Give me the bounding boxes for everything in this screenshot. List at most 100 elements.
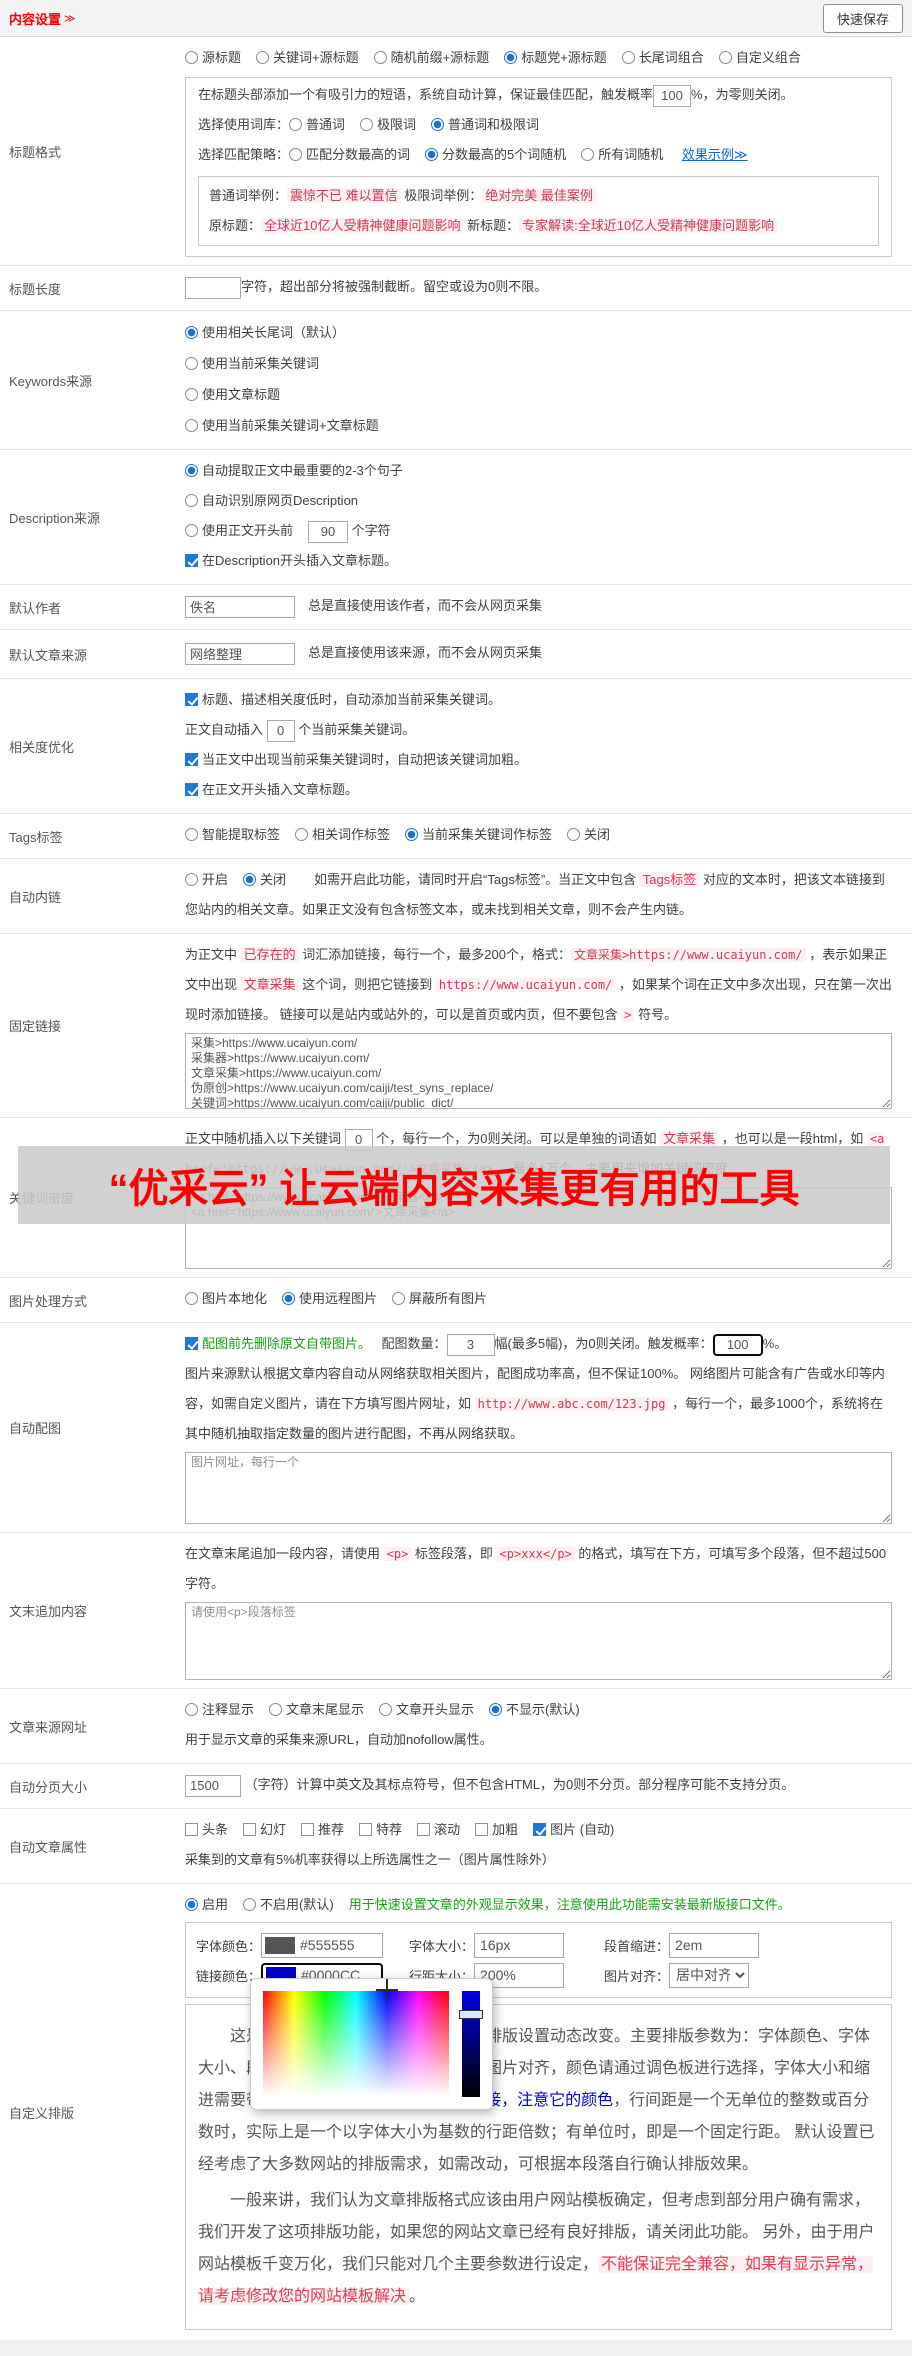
radio-unselected[interactable] bbox=[185, 388, 198, 401]
font-color-swatch[interactable] bbox=[265, 1936, 296, 1954]
radio-unselected[interactable] bbox=[185, 1292, 198, 1305]
radio-selected[interactable] bbox=[185, 1898, 198, 1911]
radio-option[interactable]: 关键词+源标题 bbox=[256, 50, 359, 65]
radio-selected[interactable] bbox=[489, 1703, 503, 1716]
insert-keywords-count-input[interactable] bbox=[266, 719, 295, 742]
checkbox-unselected[interactable] bbox=[301, 1823, 315, 1836]
checkbox-checked[interactable] bbox=[185, 783, 198, 796]
checkbox-option[interactable]: 滚动 bbox=[417, 1822, 460, 1837]
quick-save-button[interactable]: 快速保存 bbox=[822, 3, 903, 33]
checkbox-option[interactable]: 头条 bbox=[185, 1822, 228, 1837]
checkbox-option[interactable]: 在正文开头插入文章标题。 bbox=[185, 782, 358, 797]
radio-option[interactable]: 分数最高的5个词随机 bbox=[425, 147, 566, 162]
radio-option[interactable]: 文章开头显示 bbox=[379, 1702, 474, 1717]
radio-unselected[interactable] bbox=[295, 828, 309, 841]
checkbox-unselected[interactable] bbox=[417, 1823, 431, 1836]
radio-option[interactable]: 自动识别原网页Description bbox=[185, 493, 358, 508]
checkbox-unselected[interactable] bbox=[359, 1823, 373, 1836]
checkbox-unselected[interactable] bbox=[243, 1823, 257, 1836]
radio-unselected[interactable] bbox=[581, 148, 595, 161]
checkbox-unselected[interactable] bbox=[475, 1823, 489, 1836]
radio-option[interactable]: 使用正文开头前 bbox=[185, 523, 293, 538]
radio-option[interactable]: 文章末尾显示 bbox=[269, 1702, 364, 1717]
radio-option[interactable]: 使用远程图片 bbox=[282, 1291, 377, 1306]
radio-unselected[interactable] bbox=[269, 1703, 283, 1716]
radio-option[interactable]: 普通词 bbox=[289, 117, 345, 132]
radio-option[interactable]: 源标题 bbox=[185, 50, 241, 65]
image-count-input[interactable] bbox=[446, 1333, 495, 1356]
checkbox-option[interactable]: 在Description开头插入文章标题。 bbox=[185, 553, 397, 568]
radio-selected[interactable] bbox=[431, 118, 445, 131]
radio-selected[interactable] bbox=[405, 828, 419, 841]
checkbox-checked[interactable] bbox=[185, 693, 198, 706]
brightness-slider[interactable] bbox=[459, 1991, 483, 2097]
collapse-chevron-icon[interactable]: ≫ bbox=[64, 12, 76, 25]
radio-option[interactable]: 当前采集关键词作标签 bbox=[405, 827, 552, 842]
checkbox-option[interactable]: 当正文中出现当前采集关键词时，自动把该关键词加粗。 bbox=[185, 752, 527, 767]
checkbox-checked[interactable] bbox=[185, 554, 198, 567]
radio-option[interactable]: 极限词 bbox=[360, 117, 416, 132]
radio-unselected[interactable] bbox=[289, 148, 303, 161]
radio-option[interactable]: 使用相关长尾词（默认） bbox=[185, 317, 892, 348]
checkbox-checked[interactable] bbox=[185, 1337, 198, 1350]
radio-option[interactable]: 使用文章标题 bbox=[185, 379, 892, 410]
title-trigger-probability-input[interactable] bbox=[653, 84, 692, 107]
font-color-picker-field[interactable] bbox=[261, 1932, 384, 1958]
img-align-select[interactable]: 居中对齐 bbox=[669, 1962, 750, 1988]
radio-selected[interactable] bbox=[425, 148, 439, 161]
radio-unselected[interactable] bbox=[185, 357, 198, 370]
default-author-input[interactable] bbox=[185, 595, 295, 618]
radio-option[interactable]: 不启用(默认) bbox=[243, 1897, 334, 1912]
radio-unselected[interactable] bbox=[185, 51, 198, 64]
radio-option[interactable]: 使用当前采集关键词+文章标题 bbox=[185, 410, 892, 441]
image-urls-textarea[interactable] bbox=[185, 1452, 892, 1524]
radio-unselected[interactable] bbox=[360, 118, 374, 131]
radio-unselected[interactable] bbox=[243, 1898, 257, 1911]
radio-option[interactable]: 屏蔽所有图片 bbox=[392, 1291, 487, 1306]
indent-input[interactable] bbox=[669, 1932, 760, 1958]
radio-option[interactable]: 相关词作标签 bbox=[295, 827, 390, 842]
checkbox-option[interactable]: 图片 (自动) bbox=[533, 1822, 614, 1837]
checkbox-option[interactable]: 加粗 bbox=[475, 1822, 518, 1837]
radio-option[interactable]: 启用 bbox=[185, 1897, 228, 1912]
radio-unselected[interactable] bbox=[392, 1292, 406, 1305]
fixed-links-textarea[interactable]: 采集>https://www.ucaiyun.com/ 采集器>https://… bbox=[185, 1033, 892, 1109]
checkbox-option[interactable]: 标题、描述相关度低时，自动添加当前采集关键词。 bbox=[185, 692, 501, 707]
checkbox-option[interactable]: 幻灯 bbox=[243, 1822, 286, 1837]
radio-option[interactable]: 开启 bbox=[185, 872, 228, 887]
checkbox-selected[interactable] bbox=[533, 1823, 547, 1836]
radio-option[interactable]: 不显示(默认) bbox=[489, 1702, 580, 1717]
radio-option[interactable]: 标题党+源标题 bbox=[504, 50, 607, 65]
image-probability-input[interactable] bbox=[712, 1333, 763, 1356]
radio-unselected[interactable] bbox=[185, 494, 198, 507]
radio-option[interactable]: 匹配分数最高的词 bbox=[289, 147, 410, 162]
checkbox-unselected[interactable] bbox=[185, 1823, 198, 1836]
radio-unselected[interactable] bbox=[185, 1703, 198, 1716]
radio-option[interactable]: 自定义组合 bbox=[718, 50, 801, 65]
radio-option[interactable]: 普通词和极限词 bbox=[431, 117, 539, 132]
default-source-input[interactable] bbox=[185, 642, 295, 665]
effect-example-link[interactable]: 效果示例≫ bbox=[682, 147, 748, 162]
radio-option[interactable]: 自动提取正文中最重要的2-3个句子 bbox=[185, 463, 403, 478]
title-length-input[interactable] bbox=[185, 276, 241, 299]
radio-unselected[interactable] bbox=[185, 828, 198, 841]
checkbox-option[interactable]: 配图前先删除原文自带图片。 bbox=[185, 1336, 365, 1351]
slider-handle[interactable] bbox=[459, 2010, 483, 2019]
radio-option[interactable]: 关闭 bbox=[567, 827, 610, 842]
radio-unselected[interactable] bbox=[289, 118, 303, 131]
radio-option[interactable]: 图片本地化 bbox=[185, 1291, 267, 1306]
radio-unselected[interactable] bbox=[185, 873, 198, 886]
description-head-chars-input[interactable] bbox=[308, 520, 349, 543]
radio-option[interactable]: 长尾词组合 bbox=[621, 50, 704, 65]
radio-option[interactable]: 随机前缀+源标题 bbox=[373, 50, 489, 65]
append-content-textarea[interactable] bbox=[185, 1602, 892, 1680]
radio-unselected[interactable] bbox=[373, 51, 387, 64]
radio-option[interactable]: 关闭 bbox=[243, 872, 286, 887]
radio-unselected[interactable] bbox=[185, 419, 198, 432]
radio-option[interactable]: 注释显示 bbox=[185, 1702, 254, 1717]
checkbox-checked[interactable] bbox=[185, 753, 198, 766]
checkbox-option[interactable]: 特荐 bbox=[359, 1822, 402, 1837]
font-size-input[interactable] bbox=[474, 1932, 565, 1958]
radio-unselected[interactable] bbox=[256, 51, 270, 64]
radio-unselected[interactable] bbox=[621, 51, 635, 64]
